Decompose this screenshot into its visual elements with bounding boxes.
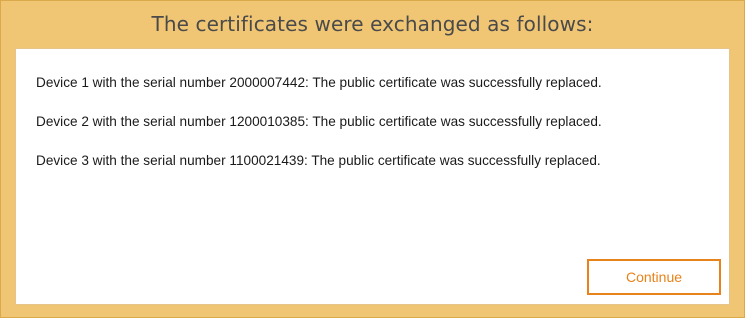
result-message-device-3: Device 3 with the serial number 11000214… — [36, 153, 601, 168]
result-list: Device 1 with the serial number 20000074… — [36, 73, 602, 190]
result-message-device-1: Device 1 with the serial number 20000074… — [36, 75, 602, 90]
result-message-device-2: Device 2 with the serial number 12000103… — [36, 114, 602, 129]
continue-button[interactable]: Continue — [587, 259, 721, 295]
dialog-content-panel: Device 1 with the serial number 20000074… — [15, 48, 730, 305]
dialog-title: The certificates were exchanged as follo… — [151, 12, 594, 36]
certificate-exchange-dialog: The certificates were exchanged as follo… — [0, 0, 745, 318]
